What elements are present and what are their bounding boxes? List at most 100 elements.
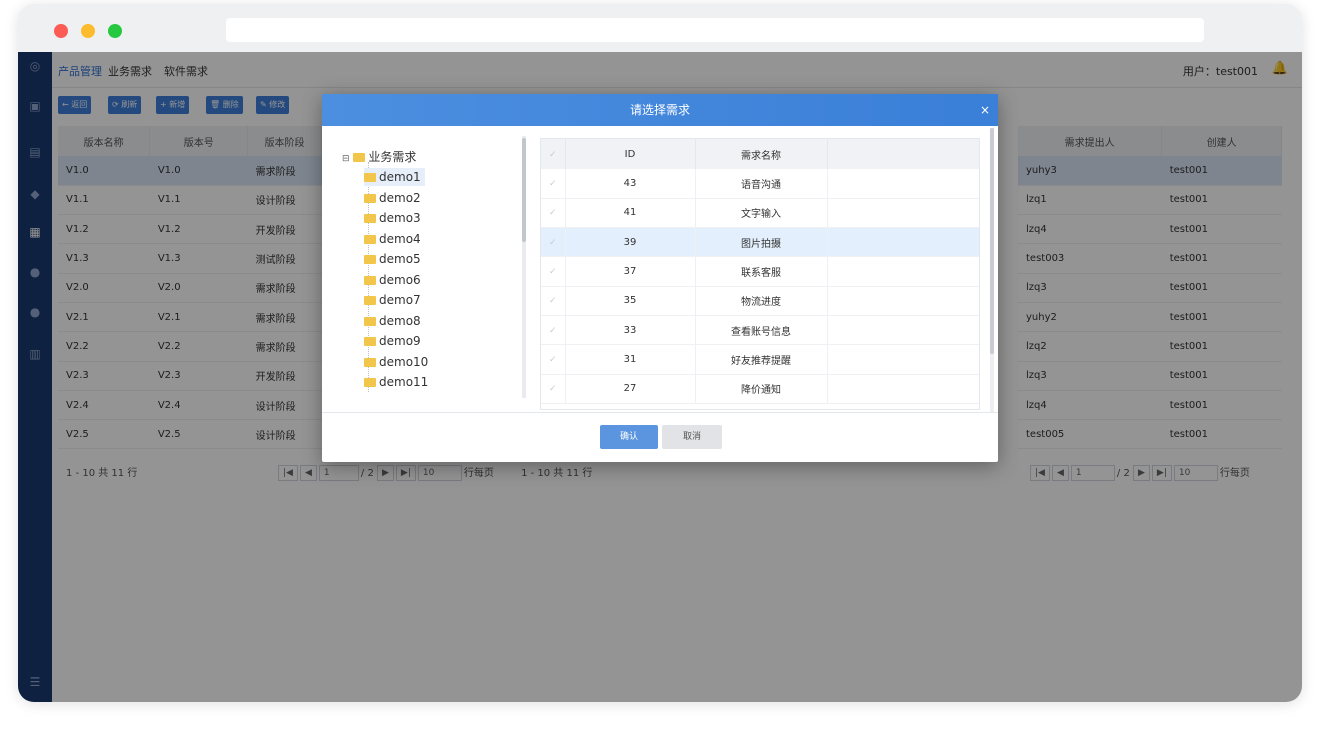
app: ◎ ▣ ▤ ◆ ▦ ● ● ▥ ☰ 产品管理 业务需求 软件需求 用户：test… xyxy=(18,52,1302,702)
dialog-title: 请选择需求 xyxy=(629,103,690,117)
blank-cell xyxy=(827,286,979,316)
requirement-name: 降价通知 xyxy=(695,374,828,404)
requirement-id: 33 xyxy=(565,315,696,346)
requirement-row[interactable]: ✓ 37 联系客服 xyxy=(541,256,979,287)
column-header-blank xyxy=(827,139,979,169)
folder-icon xyxy=(364,214,376,223)
tree-node-label: demo3 xyxy=(379,211,421,225)
close-window-dot[interactable] xyxy=(54,24,68,38)
tree-node[interactable]: demo11 xyxy=(364,373,428,391)
browser-window: ◎ ▣ ▤ ◆ ▦ ● ● ▥ ☰ 产品管理 业务需求 软件需求 用户：test… xyxy=(18,4,1302,702)
requirement-id: 37 xyxy=(565,256,696,287)
tree-node[interactable]: demo9 xyxy=(364,332,421,350)
folder-icon xyxy=(364,255,376,264)
folder-icon xyxy=(364,234,376,244)
folder-icon xyxy=(364,173,376,182)
tree-node[interactable]: demo5 xyxy=(364,250,421,268)
tree-node[interactable]: demo8 xyxy=(364,312,421,330)
folder-icon xyxy=(353,153,366,162)
minimize-window-dot[interactable] xyxy=(81,24,95,38)
tree-node[interactable]: demo10 xyxy=(364,353,428,371)
folder-icon xyxy=(364,357,376,367)
requirement-row[interactable]: ✓ 43 语音沟通 xyxy=(541,169,979,199)
requirement-name: 查看账号信息 xyxy=(695,315,828,346)
tree-node[interactable]: demo2 xyxy=(364,189,421,207)
folder-icon xyxy=(364,337,376,346)
row-checkbox[interactable]: ✓ xyxy=(541,344,566,375)
requirement-name: 物流进度 xyxy=(695,286,828,316)
tree-node-label: demo2 xyxy=(379,190,421,205)
folder-icon xyxy=(364,296,376,305)
folder-icon xyxy=(364,275,376,285)
tree-node-label: demo6 xyxy=(379,272,421,287)
row-checkbox[interactable]: ✓ xyxy=(541,227,566,258)
tree-node-label: demo1 xyxy=(379,170,421,184)
blank-cell xyxy=(827,227,979,258)
tree-node[interactable]: demo1 xyxy=(364,168,425,186)
requirement-row[interactable]: ✓ 35 物流进度 xyxy=(541,286,979,316)
row-checkbox[interactable]: ✓ xyxy=(541,256,566,287)
requirement-row[interactable]: ✓ 27 降价通知 xyxy=(541,374,979,404)
confirm-button[interactable]: 确认 xyxy=(600,425,658,449)
tree-node[interactable]: demo6 xyxy=(364,271,421,289)
row-checkbox[interactable]: ✓ xyxy=(541,286,566,316)
browser-chrome xyxy=(18,4,1302,52)
blank-cell xyxy=(827,315,979,346)
address-bar[interactable] xyxy=(226,18,1204,42)
folder-icon xyxy=(364,378,376,387)
row-checkbox[interactable]: ✓ xyxy=(541,169,566,199)
close-icon[interactable]: × xyxy=(980,94,990,126)
requirement-tree: ⊟ 业务需求 demo1 demo2 demo3 demo4 demo5 demo6 dem… xyxy=(338,144,524,392)
requirement-name: 好友推荐提醒 xyxy=(695,344,828,375)
column-header-name[interactable]: 需求名称 xyxy=(695,139,828,169)
tree-node-label: demo4 xyxy=(379,231,421,246)
tree-node[interactable]: demo3 xyxy=(364,209,421,227)
requirement-name: 文字输入 xyxy=(695,198,828,229)
tree-node[interactable]: demo4 xyxy=(364,230,421,248)
blank-cell xyxy=(827,256,979,287)
folder-icon xyxy=(364,316,376,326)
tree-node-label: demo11 xyxy=(379,375,429,389)
row-checkbox[interactable]: ✓ xyxy=(541,198,566,229)
blank-cell xyxy=(827,198,979,229)
requirement-table: ✓ ID 需求名称 ✓ 43 语音沟通 ✓ 41 文字输入 ✓ 39 图片拍摄 ✓ 37 联系客服 ✓ 3… xyxy=(540,138,980,410)
requirement-id: 27 xyxy=(565,374,696,404)
column-header-id[interactable]: ID xyxy=(565,139,696,169)
tree-scrollbar[interactable] xyxy=(522,136,526,398)
requirement-id: 39 xyxy=(565,227,696,258)
tree-scroll-thumb[interactable] xyxy=(522,138,526,242)
dialog-header: 请选择需求 × xyxy=(322,94,998,126)
requirement-name: 联系客服 xyxy=(695,256,828,287)
select-requirement-dialog: 请选择需求 × ⊟ 业务需求 demo1 demo2 demo3 demo4 demo5… xyxy=(322,94,998,462)
requirement-name: 语音沟通 xyxy=(695,169,828,199)
tree-root-label: 业务需求 xyxy=(368,150,417,164)
dialog-scroll-thumb[interactable] xyxy=(990,128,994,354)
folder-icon xyxy=(364,193,376,203)
dialog-footer: 确认 取消 xyxy=(322,412,998,462)
dialog-scrollbar[interactable] xyxy=(990,128,994,412)
requirement-id: 31 xyxy=(565,344,696,375)
tree-node[interactable]: demo7 xyxy=(364,291,421,309)
requirement-id: 35 xyxy=(565,286,696,316)
requirement-id: 43 xyxy=(565,169,696,199)
row-checkbox[interactable]: ✓ xyxy=(541,315,566,346)
row-checkbox[interactable]: ✓ xyxy=(541,374,566,404)
requirement-row[interactable]: ✓ 41 文字输入 xyxy=(541,198,979,229)
blank-cell xyxy=(827,374,979,404)
collapse-icon[interactable]: ⊟ xyxy=(342,154,350,164)
maximize-window-dot[interactable] xyxy=(108,24,122,38)
requirement-row[interactable]: ✓ 33 查看账号信息 xyxy=(541,315,979,346)
requirement-name: 图片拍摄 xyxy=(695,227,828,258)
tree-node-label: demo10 xyxy=(379,354,429,369)
tree-node-label: demo9 xyxy=(379,334,421,348)
cancel-button[interactable]: 取消 xyxy=(662,425,722,449)
tree-node-label: demo7 xyxy=(379,293,421,307)
requirement-row[interactable]: ✓ 39 图片拍摄 xyxy=(541,227,979,258)
tree-root[interactable]: ⊟ 业务需求 xyxy=(342,148,416,166)
blank-cell xyxy=(827,169,979,199)
select-all-checkbox[interactable]: ✓ xyxy=(541,139,566,169)
requirement-row[interactable]: ✓ 31 好友推荐提醒 xyxy=(541,344,979,375)
tree-node-label: demo8 xyxy=(379,313,421,328)
tree-node-label: demo5 xyxy=(379,252,421,266)
blank-cell xyxy=(827,344,979,375)
